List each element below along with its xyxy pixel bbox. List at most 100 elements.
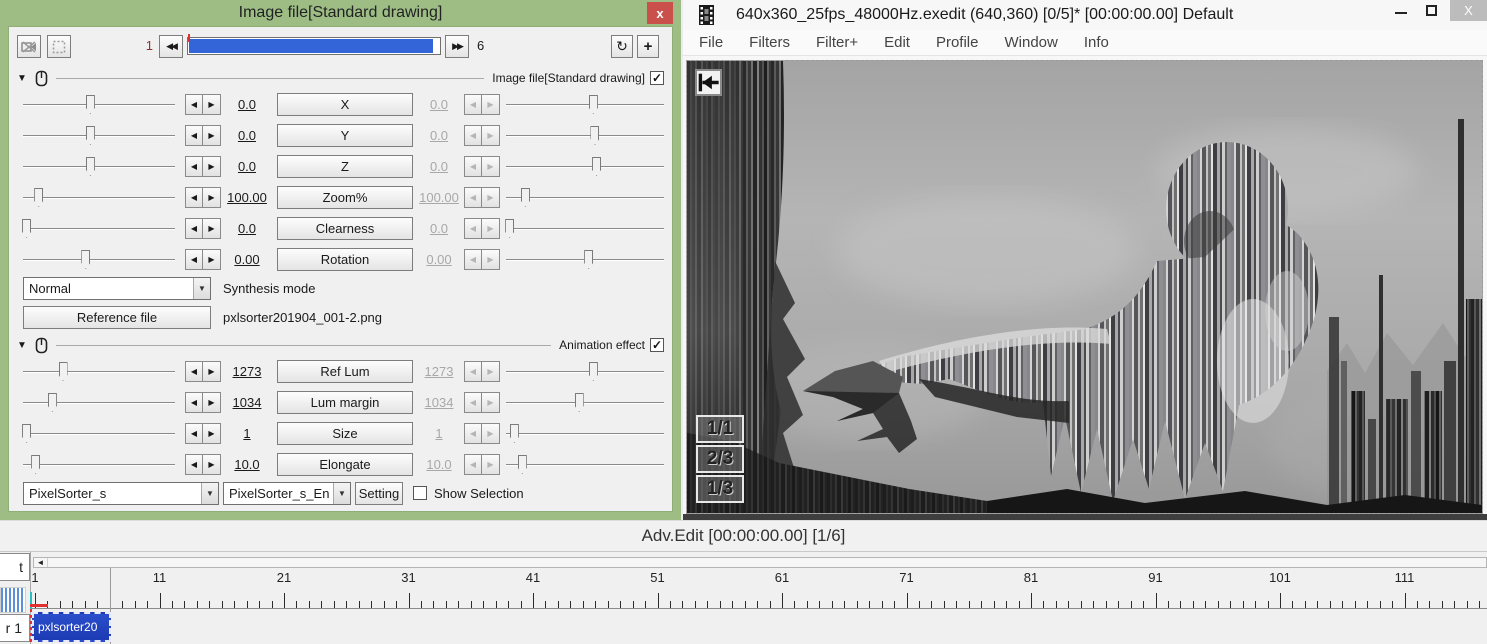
step-right-icon[interactable]: ▶ (203, 423, 221, 444)
param-stepper-right[interactable]: ◀ ▶ (464, 454, 500, 475)
param-stepper-left[interactable]: ◀ ▶ (185, 454, 221, 475)
step-left-icon[interactable]: ◀ (185, 423, 203, 444)
param-stepper-left[interactable]: ◀ ▶ (185, 423, 221, 444)
param-stepper-left[interactable]: ◀ ▶ (185, 249, 221, 270)
param-value-right[interactable]: 10.0 (415, 457, 463, 472)
step-left-icon[interactable]: ◀ (185, 187, 203, 208)
step-right-icon[interactable]: ▶ (482, 156, 500, 177)
step-left-icon[interactable]: ◀ (464, 156, 482, 177)
step-right-icon[interactable]: ▶ (203, 218, 221, 239)
param-slider-right[interactable] (506, 392, 664, 414)
slider-thumb[interactable] (574, 393, 584, 412)
param-value-left[interactable]: 10.0 (223, 457, 271, 472)
step-right-icon[interactable]: ▶ (482, 125, 500, 146)
video-preview[interactable]: 1/1 2/3 1/3 (686, 60, 1483, 514)
timeline-ruler[interactable]: 1 11 21 31 41 51 61 71 81 91 101 111 (30, 568, 1487, 609)
reference-file-button[interactable]: Reference file (23, 306, 211, 329)
param-name-button[interactable]: Z (277, 155, 413, 178)
menu-edit[interactable]: Edit (884, 34, 910, 51)
close-icon[interactable]: X (1450, 0, 1487, 21)
param-slider-left[interactable] (23, 249, 175, 271)
step-left-icon[interactable]: ◀ (185, 156, 203, 177)
param-slider-right[interactable] (506, 156, 664, 178)
slider-thumb[interactable] (58, 362, 68, 381)
slider-thumb[interactable] (520, 188, 530, 207)
step-right-icon[interactable]: ▶ (482, 94, 500, 115)
step-right-icon[interactable]: ▶ (203, 361, 221, 382)
script-variant-select[interactable]: PixelSorter_s_En ▼ (223, 482, 351, 505)
slider-thumb[interactable] (85, 157, 95, 176)
param-slider-left[interactable] (23, 94, 175, 116)
step-right-icon[interactable]: ▶ (482, 423, 500, 444)
synthesis-mode-select[interactable]: Normal ▼ (23, 277, 211, 300)
step-left-icon[interactable]: ◀ (464, 361, 482, 382)
step-right-icon[interactable]: ▶ (482, 361, 500, 382)
param-name-button[interactable]: Rotation (277, 248, 413, 271)
param-name-button[interactable]: Clearness (277, 217, 413, 240)
step-right-icon[interactable]: ▶ (203, 94, 221, 115)
param-value-left[interactable]: 1034 (223, 395, 271, 410)
param-value-right[interactable]: 0.0 (415, 128, 463, 143)
slider-thumb[interactable] (34, 188, 44, 207)
slider-thumb[interactable] (22, 424, 32, 443)
layer-label[interactable]: r 1 (0, 614, 30, 642)
step-right-icon[interactable]: ▶ (203, 392, 221, 413)
setting-button[interactable]: Setting (355, 482, 403, 505)
param-value-left[interactable]: 0.0 (223, 128, 271, 143)
maximize-icon[interactable] (1416, 0, 1446, 16)
timeline-corner-button[interactable]: t (0, 553, 30, 581)
main-title-bar[interactable]: 640x360_25fps_48000Hz.exedit (640,360) [… (683, 0, 1487, 30)
param-slider-left[interactable] (23, 361, 175, 383)
slider-thumb[interactable] (31, 455, 41, 474)
param-value-left[interactable]: 0.0 (223, 97, 271, 112)
param-stepper-right[interactable]: ◀ ▶ (464, 94, 500, 115)
slider-thumb[interactable] (85, 95, 95, 114)
param-slider-left[interactable] (22, 423, 175, 445)
step-left-icon[interactable]: ◀ (185, 218, 203, 239)
param-name-button[interactable]: Size (277, 422, 413, 445)
step-right-icon[interactable]: ▶ (203, 156, 221, 177)
slider-thumb[interactable] (509, 424, 519, 443)
prev-frame-button[interactable]: ◀◀ (159, 35, 183, 58)
param-value-right[interactable]: 0.0 (415, 221, 463, 236)
settings-title-bar[interactable]: Image file[Standard drawing] x (0, 0, 681, 26)
param-slider-left[interactable] (23, 454, 175, 476)
slider-thumb[interactable] (588, 362, 598, 381)
param-slider-right[interactable] (506, 361, 664, 383)
param-name-button[interactable]: Y (277, 124, 413, 147)
menu-info[interactable]: Info (1084, 34, 1109, 51)
param-slider-right[interactable] (506, 249, 664, 271)
param-value-right[interactable]: 1034 (415, 395, 463, 410)
param-slider-left[interactable] (23, 187, 175, 209)
slider-thumb[interactable] (592, 157, 602, 176)
param-stepper-right[interactable]: ◀ ▶ (464, 423, 500, 444)
menu-filter-plus[interactable]: Filter+ (816, 34, 858, 51)
param-value-right[interactable]: 0.0 (415, 159, 463, 174)
param-value-left[interactable]: 1273 (223, 364, 271, 379)
step-left-icon[interactable]: ◀ (185, 94, 203, 115)
next-frame-button[interactable]: ▶▶ (445, 35, 469, 58)
param-slider-right[interactable] (506, 454, 664, 476)
scroll-left-icon[interactable]: ◄ (34, 558, 48, 567)
param-value-left[interactable]: 100.00 (223, 190, 271, 205)
anim-enabled-checkbox[interactable]: ✓ (650, 338, 664, 352)
param-stepper-left[interactable]: ◀ ▶ (185, 156, 221, 177)
advedit-title-bar[interactable]: Adv.Edit [00:00:00.00] [1/6] (0, 520, 1487, 551)
step-left-icon[interactable]: ◀ (185, 392, 203, 413)
slider-thumb[interactable] (85, 126, 95, 145)
param-name-button[interactable]: Ref Lum (277, 360, 413, 383)
step-right-icon[interactable]: ▶ (482, 187, 500, 208)
param-stepper-right[interactable]: ◀ ▶ (464, 125, 500, 146)
step-left-icon[interactable]: ◀ (185, 361, 203, 382)
step-right-icon[interactable]: ▶ (203, 249, 221, 270)
param-name-button[interactable]: Elongate (277, 453, 413, 476)
param-value-left[interactable]: 1 (223, 426, 271, 441)
step-left-icon[interactable]: ◀ (464, 125, 482, 146)
timeline-clip[interactable]: pxlsorter20 (32, 612, 111, 642)
param-value-left[interactable]: 0.0 (223, 159, 271, 174)
param-slider-right[interactable] (506, 94, 664, 116)
slider-thumb[interactable] (588, 95, 598, 114)
param-slider-left[interactable] (23, 125, 175, 147)
param-slider-left[interactable] (23, 156, 175, 178)
slider-thumb[interactable] (22, 219, 32, 238)
